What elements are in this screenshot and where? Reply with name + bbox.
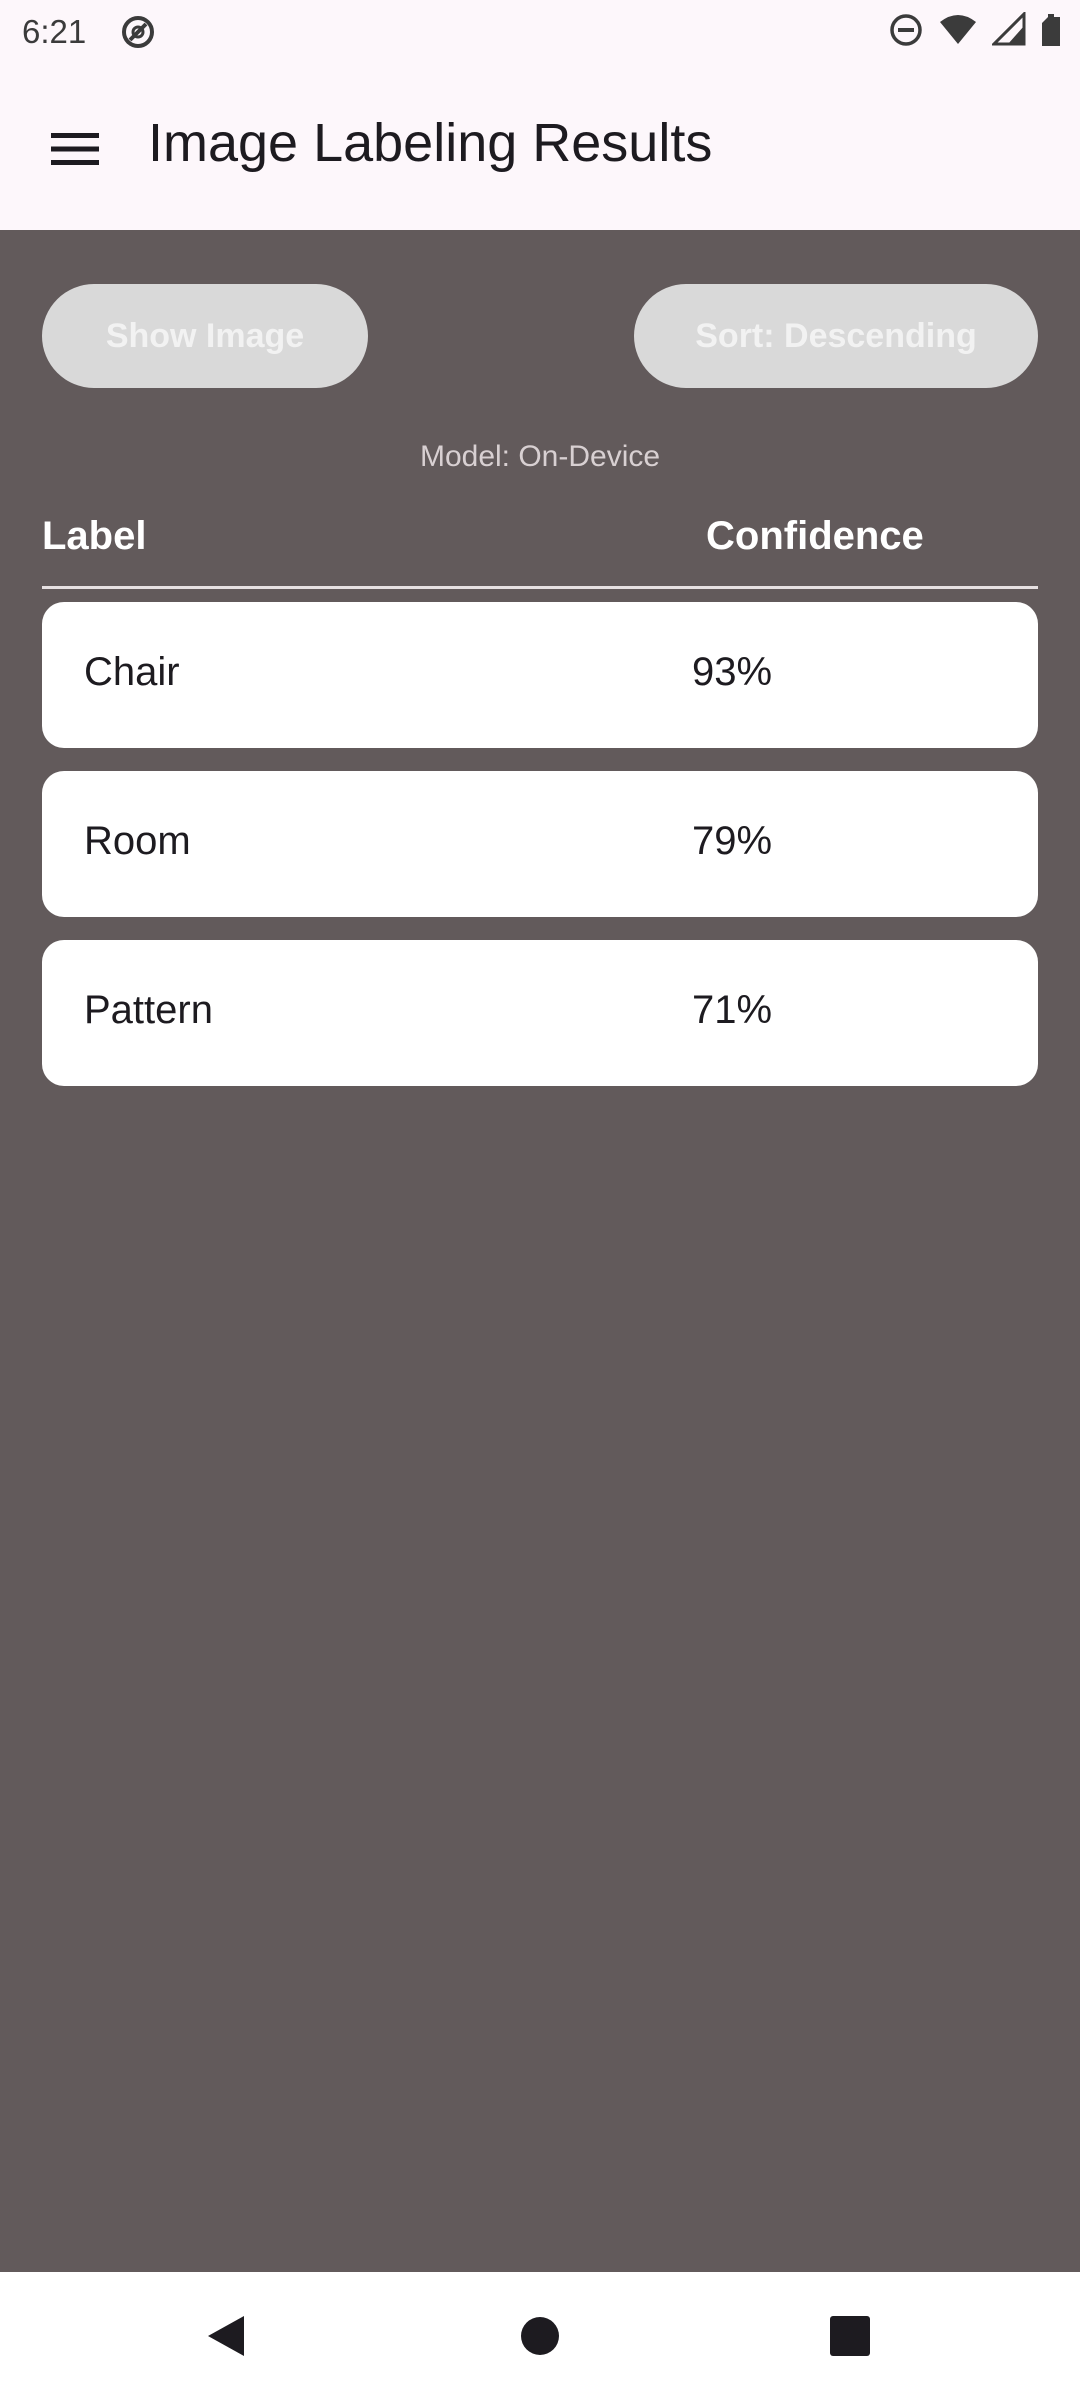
header-divider [42,586,1038,589]
status-time: 6:21 [22,13,87,50]
recents-button[interactable] [810,2296,890,2376]
dnd-icon [120,14,156,50]
header-label: Label [42,514,147,558]
back-icon [208,2316,244,2356]
model-indicator: Model: On-Device [419,440,661,473]
sort-button[interactable]: Sort: Descending [634,284,1038,388]
home-button[interactable] [500,2296,580,2376]
hamburger-menu-icon [51,133,99,165]
row-confidence: 93% [692,650,773,694]
home-icon [521,2317,559,2355]
status-icons [888,9,1062,53]
header-confidence: Confidence [706,514,924,558]
wifi-icon [938,12,978,53]
battery-icon [1040,12,1062,53]
row-confidence: 79% [692,819,773,863]
navigation-bar [0,2272,1080,2400]
back-button[interactable] [186,2296,266,2376]
table-header: Label Confidence [42,506,1038,566]
show-image-button[interactable]: Show Image [42,284,368,388]
page-title: Image Labeling Results [148,113,713,173]
row-label: Chair [84,650,180,694]
row-confidence: 71% [692,988,773,1032]
row-label: Room [84,819,191,863]
table-row: Pattern 71% [42,940,1038,1086]
table-row: Chair 93% [42,602,1038,748]
main-content: Show Image Sort: Descending Model: On-De… [0,230,1080,2272]
recents-icon [830,2316,870,2356]
status-bar: 6:21 [0,0,1080,64]
results-list: Chair 93% Room 79% Pattern 71% [42,602,1038,1109]
do-not-disturb-icon [888,12,924,53]
app-bar: Image Labeling Results [0,64,1080,230]
screen: 6:21 Image Labeling Results Show Image S… [0,0,1080,2400]
signal-icon [990,9,1026,53]
menu-button[interactable] [30,114,120,184]
table-row: Room 79% [42,771,1038,917]
row-label: Pattern [84,988,213,1032]
